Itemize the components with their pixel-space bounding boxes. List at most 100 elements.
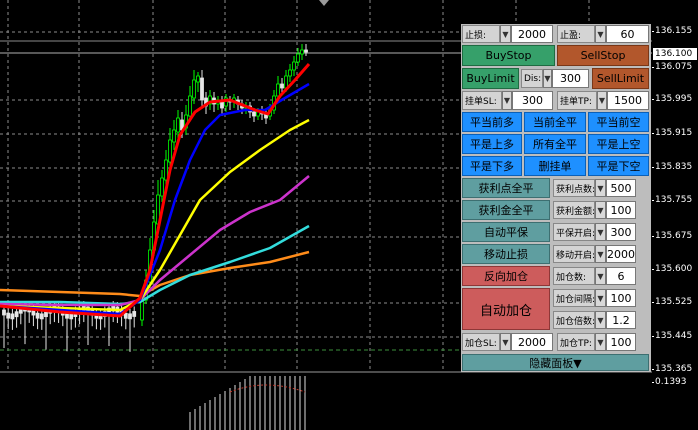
- breakeven-start-spinner[interactable]: ▼: [595, 223, 606, 241]
- price-scale[interactable]: 136.155 136.100 136.075 135.995 135.915 …: [651, 0, 698, 430]
- candle-body: [300, 49, 304, 55]
- candle-body: [10, 313, 15, 320]
- close-lower-buy-button[interactable]: 平是下多: [462, 156, 522, 176]
- price-tick: 135.525: [651, 297, 693, 307]
- candle-body: [192, 79, 196, 99]
- take-profit-spinner[interactable]: ▼: [595, 25, 606, 43]
- indicator-scale-label: 0.1393: [652, 377, 687, 387]
- profit-amount-input[interactable]: 100: [606, 201, 636, 219]
- auto-breakeven-button[interactable]: 自动平保: [462, 222, 550, 242]
- breakeven-start-label: 平保开启:: [553, 223, 595, 241]
- trailing-start-spinner[interactable]: ▼: [595, 245, 606, 263]
- add-multiplier-input[interactable]: 1.2: [606, 311, 636, 329]
- delete-pending-button[interactable]: 删挂单: [524, 156, 586, 176]
- profit-amount-spinner[interactable]: ▼: [595, 201, 606, 219]
- candle-body: [176, 117, 180, 133]
- trailing-stop-button[interactable]: 移动止损: [462, 244, 550, 264]
- add-count-spinner[interactable]: ▼: [595, 267, 606, 285]
- candle-body: [2, 309, 6, 316]
- indicator-subwindow: [189, 376, 306, 430]
- close-upper-buy-button[interactable]: 平是上多: [462, 134, 522, 154]
- profit-points-input[interactable]: 500: [606, 179, 636, 197]
- candle-body: [280, 83, 284, 89]
- trailing-start-input[interactable]: 2000: [606, 245, 636, 263]
- candle-body: [140, 299, 144, 321]
- candle-body: [123, 312, 128, 319]
- breakeven-start-input[interactable]: 300: [606, 223, 636, 241]
- close-upper-sell-button[interactable]: 平是上空: [588, 134, 649, 154]
- trailing-start-label: 移动开启:: [553, 245, 595, 263]
- close-current-buy-button[interactable]: 平当前多: [462, 112, 522, 132]
- trade-panel: 止损: ▼ 2000 止盈: ▼ 60 BuyStop SellStop Buy…: [461, 24, 651, 372]
- candle-body: [292, 61, 296, 71]
- add-sl-spinner[interactable]: ▼: [500, 333, 511, 351]
- pending-tp-label: 挂单TP:: [557, 91, 597, 110]
- hide-panel-button[interactable]: 隐藏面板▼: [462, 354, 649, 371]
- candle-body: [296, 53, 300, 63]
- pending-tp-input[interactable]: 1500: [607, 91, 649, 110]
- candle-body: [196, 75, 200, 83]
- add-tp-spinner[interactable]: ▼: [595, 333, 606, 351]
- candle-body: [39, 313, 44, 320]
- take-profit-input[interactable]: 60: [606, 25, 649, 43]
- profit-amount-close-button[interactable]: 获利金全平: [462, 200, 550, 220]
- pending-sl-spinner[interactable]: ▼: [502, 91, 512, 110]
- add-interval-input[interactable]: 100: [606, 289, 636, 307]
- profit-points-label: 获利点数:: [553, 179, 595, 197]
- candle-body: [252, 111, 256, 117]
- candle-body: [172, 129, 176, 143]
- distance-spinner[interactable]: ▼: [543, 69, 552, 88]
- price-tick: 135.995: [651, 94, 693, 104]
- add-tp-label: 加仓TP:: [557, 333, 595, 351]
- add-sl-input[interactable]: 2000: [511, 333, 553, 351]
- profit-amount-label: 获利金额:: [553, 201, 595, 219]
- sell-limit-button[interactable]: SellLimit: [592, 68, 649, 89]
- close-current-all-button[interactable]: 当前全平: [524, 112, 586, 132]
- candle-body: [304, 49, 308, 53]
- add-count-label: 加仓数:: [553, 267, 595, 285]
- candle-body: [132, 311, 137, 317]
- add-multiplier-label: 加仓倍数:: [553, 311, 595, 329]
- candle-body: [160, 177, 164, 197]
- candle-body: [276, 83, 280, 97]
- candle-body: [200, 77, 204, 101]
- pending-sl-input[interactable]: 300: [512, 91, 553, 110]
- distance-label: Dis:: [521, 69, 543, 88]
- price-tick: 135.675: [651, 231, 693, 241]
- buy-stop-button[interactable]: BuyStop: [462, 45, 555, 66]
- candle-body: [6, 312, 11, 319]
- sell-stop-button[interactable]: SellStop: [557, 45, 649, 66]
- price-tick: 136.075: [651, 62, 693, 72]
- candle-body: [288, 69, 292, 77]
- candle-body: [284, 75, 288, 89]
- stop-loss-spinner[interactable]: ▼: [500, 25, 511, 43]
- add-tp-input[interactable]: 100: [606, 333, 636, 351]
- close-current-sell-button[interactable]: 平当前空: [588, 112, 649, 132]
- add-count-input[interactable]: 6: [606, 267, 636, 285]
- price-tick: 135.445: [651, 331, 693, 341]
- add-interval-spinner[interactable]: ▼: [595, 289, 606, 307]
- candle-body: [188, 95, 192, 117]
- chart-shift-icon[interactable]: [319, 0, 329, 6]
- profit-points-spinner[interactable]: ▼: [595, 179, 606, 197]
- stop-loss-label: 止损:: [462, 25, 500, 43]
- price-tick: 135.600: [651, 264, 693, 274]
- reverse-add-button[interactable]: 反向加仓: [462, 266, 550, 286]
- auto-add-button[interactable]: 自动加仓: [462, 288, 550, 330]
- close-all-button[interactable]: 所有全平: [524, 134, 586, 154]
- close-lower-sell-button[interactable]: 平是下空: [588, 156, 649, 176]
- candle-body: [44, 311, 48, 318]
- indicator-signal-line: [229, 384, 306, 393]
- buy-limit-button[interactable]: BuyLimit: [462, 68, 519, 89]
- price-tick: 135.915: [651, 128, 693, 138]
- candle-body: [164, 159, 168, 181]
- profit-points-close-button[interactable]: 获利点全平: [462, 178, 550, 198]
- moving-averages: [0, 63, 311, 318]
- pending-tp-spinner[interactable]: ▼: [597, 91, 607, 110]
- distance-input[interactable]: 300: [552, 69, 589, 88]
- add-multiplier-spinner[interactable]: ▼: [595, 311, 606, 329]
- stop-loss-input[interactable]: 2000: [511, 25, 553, 43]
- pending-sl-label: 挂单SL:: [462, 91, 502, 110]
- ma-orange-line: [0, 250, 310, 298]
- candle-body: [128, 313, 132, 320]
